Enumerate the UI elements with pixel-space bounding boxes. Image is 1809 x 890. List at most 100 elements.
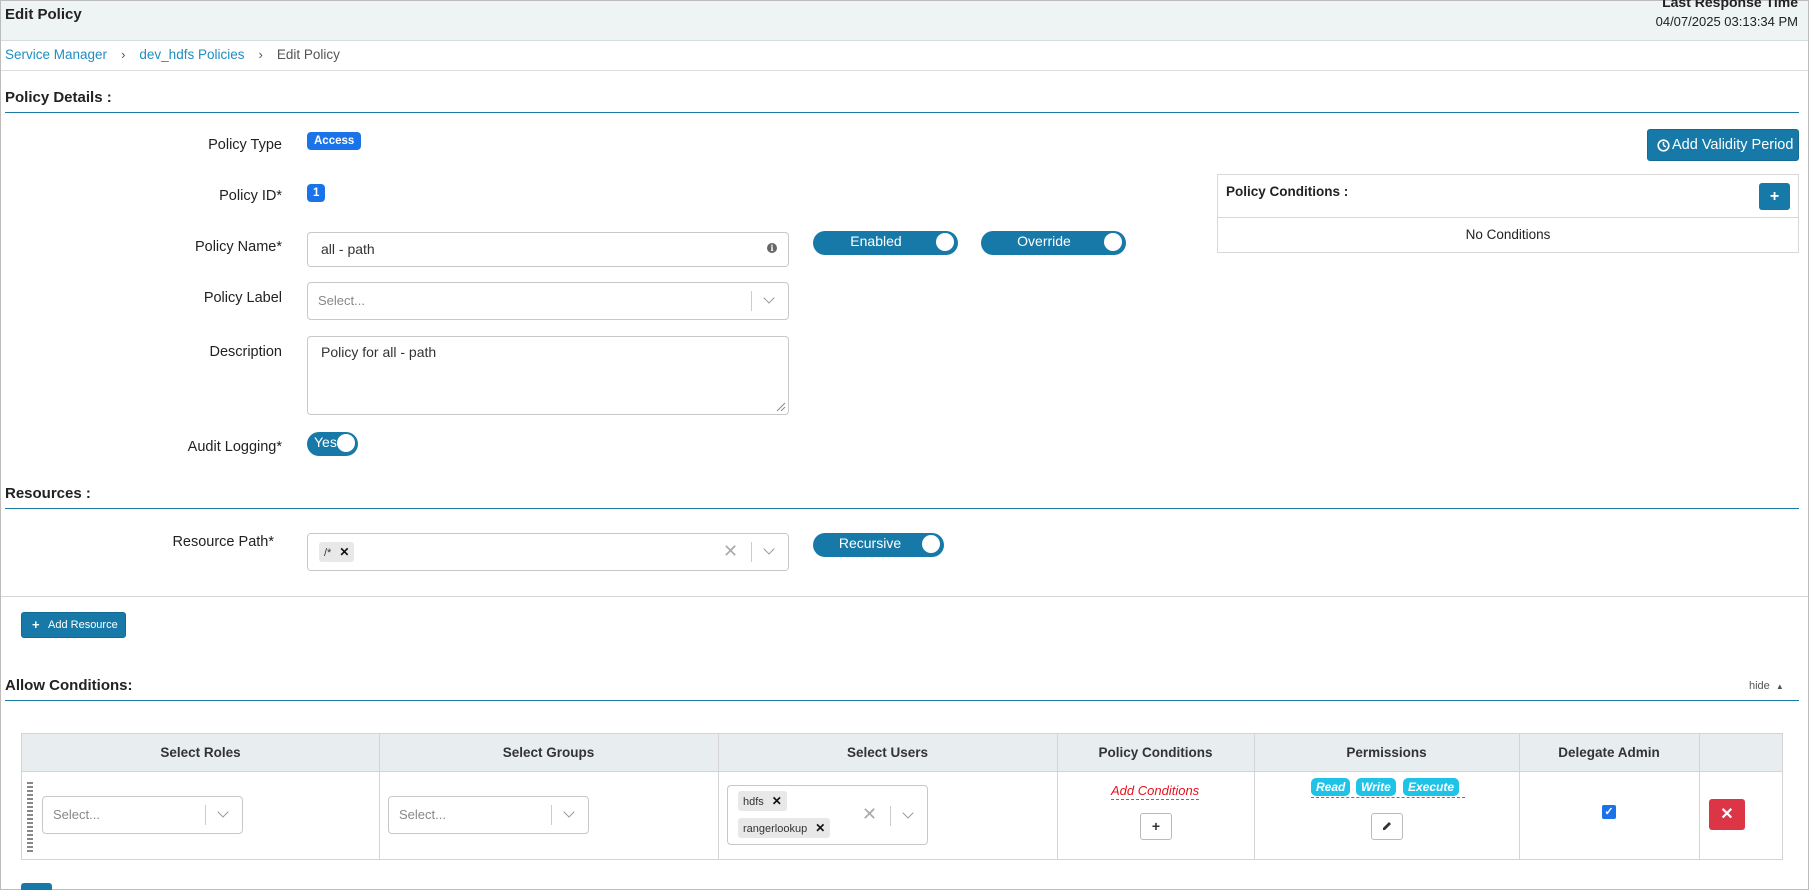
chevron-down-icon[interactable]	[563, 806, 575, 818]
drag-handle-icon[interactable]	[27, 782, 33, 852]
toggle-knob	[1104, 233, 1122, 251]
pencil-icon	[1383, 822, 1391, 830]
resize-handle-icon[interactable]	[776, 402, 786, 412]
plus-icon: +	[1151, 818, 1161, 834]
add-policy-condition-button[interactable]: +	[1759, 183, 1790, 210]
add-row-button[interactable]	[21, 883, 52, 890]
hide-link[interactable]: hide ▲	[1749, 680, 1784, 692]
user-tag: hdfs ✕	[738, 791, 787, 811]
last-response-time: 04/07/2025 03:13:34 PM	[1655, 14, 1798, 29]
policy-id-badge: 1	[307, 184, 326, 202]
select-groups-input[interactable]: Select...	[388, 796, 589, 834]
policy-conditions-title: Policy Conditions :	[1226, 184, 1349, 199]
allow-conditions-title: Allow Conditions:	[5, 677, 133, 694]
resource-path-tag: /* ✕	[319, 542, 355, 562]
chevron-up-icon: ▲	[1775, 682, 1784, 691]
toggle-knob	[936, 233, 954, 251]
add-condition-plus-button[interactable]: +	[1140, 813, 1172, 840]
audit-logging-value: Yes	[314, 434, 337, 450]
permission-write: Write	[1356, 778, 1396, 796]
divider	[5, 112, 1799, 113]
policy-name-input[interactable]: all - path i	[307, 232, 789, 267]
select-groups-placeholder: Select...	[399, 807, 446, 822]
clear-icon[interactable]: ✕	[723, 541, 738, 562]
policy-type-label: Policy Type	[208, 137, 282, 153]
description-textarea[interactable]: Policy for all - path	[307, 336, 789, 415]
allow-conditions-table: Select Roles Select Groups Select Users …	[21, 733, 1783, 860]
hide-link-label: hide	[1749, 680, 1770, 692]
divider	[1, 596, 1808, 597]
toggle-knob	[922, 535, 940, 553]
select-roles-placeholder: Select...	[53, 807, 100, 822]
select-users-input[interactable]: hdfs ✕ rangerlookup ✕ ✕	[727, 785, 928, 845]
enabled-toggle[interactable]: Enabled	[813, 231, 958, 255]
clear-icon[interactable]: ✕	[862, 804, 877, 825]
add-conditions-link[interactable]: Add Conditions	[1111, 783, 1200, 800]
resource-path-select[interactable]: /* ✕ ✕	[307, 533, 789, 571]
permission-execute: Execute	[1403, 778, 1460, 796]
dropdown-separator	[751, 291, 752, 311]
col-permissions: Permissions	[1346, 745, 1427, 760]
col-delegate-admin: Delegate Admin	[1558, 745, 1660, 760]
policy-type-badge: Access	[307, 132, 362, 150]
select-roles-input[interactable]: Select...	[42, 796, 243, 834]
delete-row-button[interactable]: ✕	[1709, 799, 1745, 830]
user-tag-label: rangerlookup	[743, 823, 808, 835]
breadcrumb-current: Edit Policy	[276, 47, 340, 62]
remove-tag-icon[interactable]: ✕	[815, 821, 825, 835]
col-select-roles: Select Roles	[160, 745, 241, 760]
permission-read: Read	[1311, 778, 1351, 796]
column-divider	[1699, 734, 1700, 859]
recursive-toggle[interactable]: Recursive	[813, 533, 944, 557]
chevron-down-icon[interactable]	[763, 292, 775, 304]
chevron-down-icon[interactable]	[902, 807, 914, 819]
column-divider	[1057, 734, 1058, 859]
chevron-down-icon[interactable]	[217, 806, 229, 818]
description-value: Policy for all - path	[321, 344, 437, 360]
policy-details-title: Policy Details :	[5, 89, 112, 106]
override-toggle-label: Override	[1017, 233, 1071, 249]
breadcrumb: Service Manager › dev_hdfs Policies › Ed…	[5, 47, 340, 62]
breadcrumb-separator: ›	[121, 47, 126, 62]
audit-logging-toggle[interactable]: Yes	[307, 432, 358, 456]
breadcrumb-service-manager[interactable]: Service Manager	[5, 47, 107, 62]
plus-icon: +	[32, 617, 40, 632]
add-resource-button[interactable]: + Add Resource	[21, 612, 126, 638]
toggle-knob	[337, 434, 355, 452]
divider	[5, 508, 1799, 509]
resource-path-label: Resource Path*	[172, 534, 274, 550]
col-select-groups: Select Groups	[502, 745, 595, 760]
enabled-toggle-label: Enabled	[850, 233, 902, 249]
remove-tag-icon[interactable]: ✕	[339, 545, 349, 559]
resource-path-tag-label: /*	[324, 547, 332, 559]
add-validity-period-label: Add Validity Period	[1672, 137, 1794, 153]
user-tag: rangerlookup ✕	[738, 818, 831, 838]
dropdown-separator	[205, 805, 206, 825]
add-validity-period-button[interactable]: Add Validity Period	[1647, 129, 1799, 161]
info-icon: i	[767, 243, 777, 253]
breadcrumb-separator: ›	[258, 47, 263, 62]
chevron-down-icon[interactable]	[763, 543, 775, 555]
user-tag-label: hdfs	[743, 796, 764, 808]
dropdown-separator	[551, 805, 552, 825]
last-response-label: Last Response Time	[1662, 0, 1798, 10]
remove-tag-icon[interactable]: ✕	[772, 794, 782, 808]
override-toggle[interactable]: Override	[981, 231, 1126, 255]
clock-icon	[1657, 139, 1670, 152]
recursive-toggle-label: Recursive	[838, 535, 902, 551]
column-divider	[718, 734, 719, 859]
delegate-admin-checkbox[interactable]: ✓	[1602, 805, 1616, 819]
close-icon: ✕	[1720, 806, 1734, 823]
policy-label-select[interactable]: Select...	[307, 282, 789, 320]
page-title: Edit Policy	[5, 6, 82, 23]
add-resource-label: Add Resource	[48, 619, 118, 631]
page-header: Edit Policy Last Response Time 04/07/202…	[1, 0, 1808, 41]
dropdown-separator	[890, 806, 891, 826]
column-divider	[379, 734, 380, 859]
breadcrumb-policies[interactable]: dev_hdfs Policies	[139, 47, 244, 62]
permissions-group[interactable]: Read Write Execute	[1311, 778, 1465, 798]
no-conditions-text: No Conditions	[1465, 227, 1551, 242]
edit-permissions-button[interactable]	[1371, 813, 1403, 840]
col-policy-conditions: Policy Conditions	[1098, 745, 1213, 760]
divider	[5, 700, 1799, 701]
